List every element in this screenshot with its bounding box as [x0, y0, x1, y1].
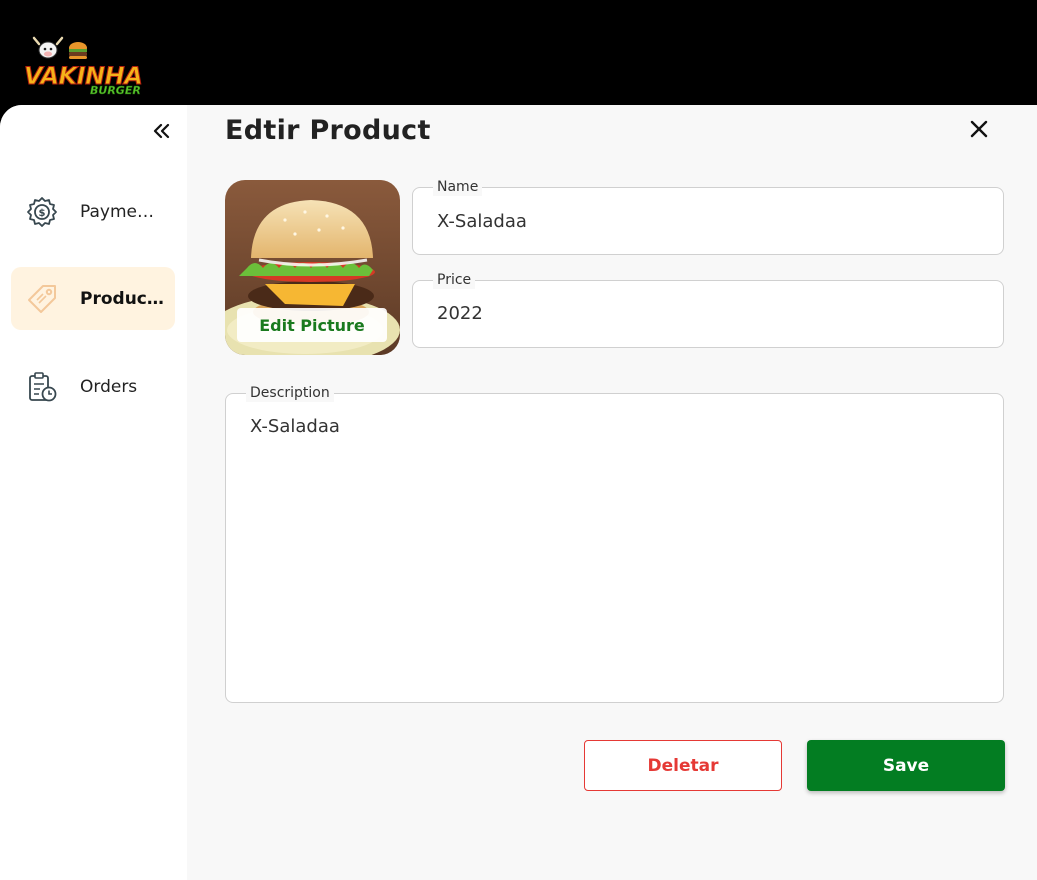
delete-button[interactable]: Deletar: [584, 740, 782, 791]
sidebar-item-label: Orders: [80, 376, 138, 397]
description-field-value[interactable]: X-Saladaa: [250, 416, 340, 437]
clipboard-clock-icon: [25, 370, 59, 404]
price-field-value[interactable]: 2022: [437, 303, 483, 324]
sidebar-item-orders[interactable]: Orders: [11, 355, 175, 418]
sidebar-item-label: Products: [80, 288, 164, 309]
logo-text-sub: BURGER: [90, 84, 141, 98]
price-field[interactable]: Price 2022: [412, 271, 1004, 348]
description-field[interactable]: Description X-Saladaa: [225, 384, 1004, 703]
sidebar-item-products[interactable]: Products: [11, 267, 175, 330]
description-field-label: Description: [246, 384, 334, 402]
sidebar-collapse-button[interactable]: [150, 119, 174, 143]
app-shell: $ Paymen… Products Orders Edtir Product …: [0, 105, 1037, 880]
app-logo: VAKINHA BURGER: [22, 34, 152, 98]
sidebar-item-label: Paymen…: [80, 201, 164, 222]
payment-gear-icon: $: [25, 195, 59, 229]
price-field-label: Price: [433, 271, 476, 289]
double-chevron-left-icon: [153, 123, 170, 139]
price-tag-icon: [25, 282, 59, 316]
name-field-label: Name: [433, 178, 483, 196]
edit-picture-button[interactable]: Edit Picture: [237, 308, 387, 342]
product-image: Edit Picture: [225, 180, 400, 355]
sidebar-item-payment[interactable]: $ Paymen…: [11, 180, 175, 243]
name-field[interactable]: Name X-Saladaa: [412, 178, 1004, 255]
page-title: Edtir Product: [225, 115, 431, 146]
name-field-value[interactable]: X-Saladaa: [437, 211, 527, 232]
top-bar: VAKINHA BURGER: [0, 0, 1037, 105]
svg-text:$: $: [39, 208, 46, 219]
close-icon: [970, 120, 988, 138]
sidebar: $ Paymen… Products Orders: [0, 105, 187, 880]
close-button[interactable]: [967, 117, 991, 141]
edit-product-panel: Edtir Product Edit Picture Name X-Salada…: [187, 105, 1037, 880]
save-button[interactable]: Save: [807, 740, 1005, 791]
